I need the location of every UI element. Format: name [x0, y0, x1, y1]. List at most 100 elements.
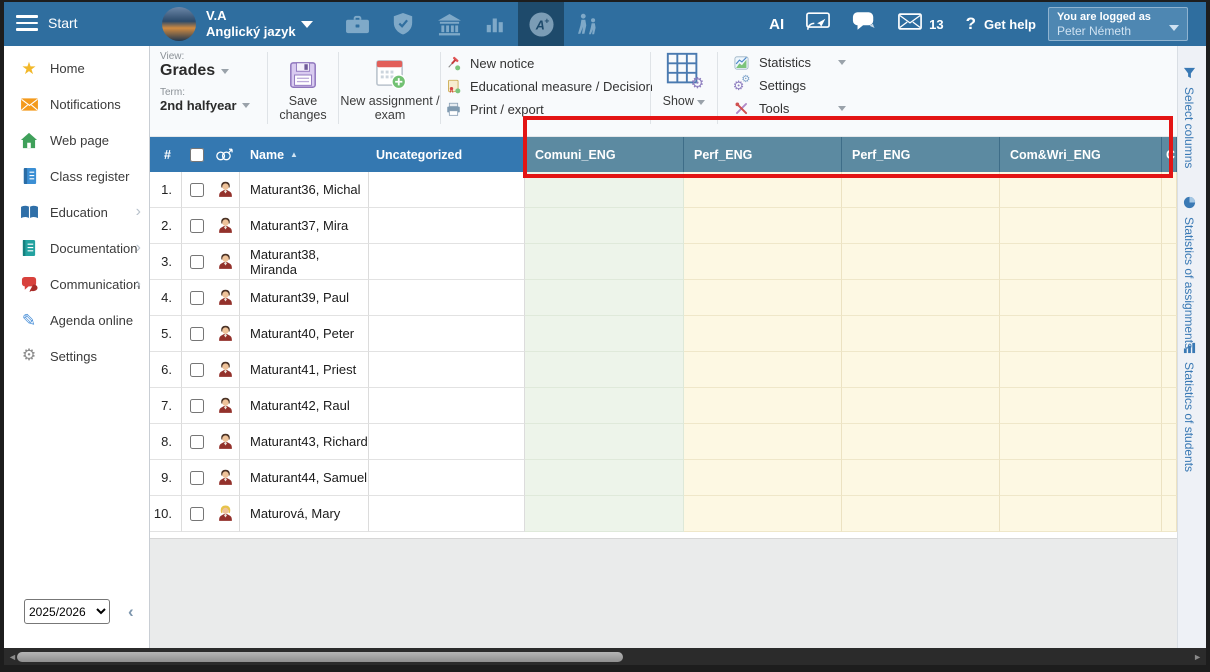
grade-cell-partial[interactable] [1162, 172, 1177, 208]
grade-cell[interactable] [842, 496, 1000, 532]
grade-cell[interactable] [842, 244, 1000, 280]
row-checkbox[interactable] [190, 327, 204, 341]
gender-icon[interactable] [214, 147, 233, 162]
grade-column-header[interactable]: Perf_ENG [684, 137, 842, 172]
grade-cell[interactable] [842, 316, 1000, 352]
cast-icon[interactable] [806, 12, 830, 36]
view-dropdown[interactable]: Grades [160, 62, 250, 80]
hamburger-menu-icon[interactable] [16, 15, 38, 33]
student-name[interactable]: Maturant43, Richard [240, 424, 369, 460]
grade-cell-partial[interactable] [1162, 388, 1177, 424]
grade-cell[interactable] [684, 316, 842, 352]
grade-cell[interactable] [1000, 460, 1162, 496]
grade-cell[interactable] [684, 352, 842, 388]
grade-column-header[interactable]: Com&Wri_ENG [1000, 137, 1162, 172]
row-checkbox[interactable] [190, 255, 204, 269]
class-dropdown-caret-icon[interactable] [301, 21, 313, 28]
grade-cell[interactable] [525, 244, 684, 280]
student-name[interactable]: Maturant44, Samuel [240, 460, 369, 496]
start-menu[interactable]: Start [48, 15, 78, 31]
scrollbar-thumb[interactable] [17, 652, 623, 662]
scroll-right-arrow-icon[interactable]: ► [1193, 652, 1202, 662]
grade-cell[interactable] [684, 388, 842, 424]
uncategorized-cell[interactable] [369, 280, 525, 316]
shield-check-icon[interactable] [380, 2, 426, 46]
grade-cell[interactable] [684, 244, 842, 280]
grade-cell[interactable] [1000, 208, 1162, 244]
student-name[interactable]: Maturant36, Michal [240, 172, 369, 208]
grade-cell[interactable] [525, 352, 684, 388]
uncategorized-cell[interactable] [369, 496, 525, 532]
grade-column-header[interactable]: Perf_ENG [842, 137, 1000, 172]
student-name[interactable]: Maturant39, Paul [240, 280, 369, 316]
ai-button[interactable]: AI [769, 16, 784, 33]
grade-cell[interactable] [1000, 352, 1162, 388]
grade-cell[interactable] [1000, 172, 1162, 208]
toolbar-item-statistics[interactable]: Statistics [733, 51, 1023, 74]
right-panel-select-columns[interactable]: Select columns [1182, 66, 1196, 168]
grade-cell[interactable] [525, 208, 684, 244]
grade-cell[interactable] [1000, 316, 1162, 352]
uncategorized-cell[interactable] [369, 424, 525, 460]
sidebar-collapse-button[interactable]: ‹ [128, 602, 134, 622]
uncategorized-cell[interactable] [369, 388, 525, 424]
grade-cell[interactable] [842, 388, 1000, 424]
student-name[interactable]: Maturant42, Raul [240, 388, 369, 424]
scroll-left-arrow-icon[interactable]: ◄ [8, 652, 17, 662]
sidebar-item-settings[interactable]: ⚙ Settings [4, 338, 149, 374]
save-changes-button[interactable]: Save changes [273, 50, 333, 122]
grade-cell-partial[interactable] [1162, 316, 1177, 352]
name-column-header[interactable]: Name▲ [240, 137, 369, 172]
grade-cell-partial[interactable] [1162, 208, 1177, 244]
toolbar-item-new-notice[interactable]: New notice [445, 52, 653, 75]
toolbar-item-tools[interactable]: Tools [733, 97, 1023, 120]
bank-icon[interactable] [426, 2, 472, 46]
grade-cell[interactable] [842, 352, 1000, 388]
toolbar-item-settings[interactable]: ⚙⚙Settings [733, 74, 1023, 97]
uncategorized-cell[interactable] [369, 460, 525, 496]
sidebar-item-home[interactable]: ★ Home [4, 50, 149, 86]
grade-cell[interactable] [684, 172, 842, 208]
grade-cell-partial[interactable] [1162, 280, 1177, 316]
student-name[interactable]: Maturová, Mary [240, 496, 369, 532]
row-checkbox[interactable] [190, 471, 204, 485]
grade-cell[interactable] [684, 280, 842, 316]
grade-cell[interactable] [525, 316, 684, 352]
grade-cell[interactable] [525, 424, 684, 460]
right-panel-statistics-of-assignments[interactable]: Statistics of assignments [1182, 196, 1196, 349]
row-checkbox[interactable] [190, 219, 204, 233]
grade-cell[interactable] [525, 496, 684, 532]
grade-cell[interactable] [1000, 496, 1162, 532]
grade-cell[interactable] [1000, 388, 1162, 424]
sidebar-item-communication[interactable]: Communication › [4, 266, 149, 302]
row-checkbox[interactable] [190, 183, 204, 197]
grade-cell[interactable] [525, 172, 684, 208]
grade-cell[interactable] [525, 280, 684, 316]
class-selector[interactable]: V.A Anglický jazyk [206, 8, 296, 40]
row-checkbox[interactable] [190, 507, 204, 521]
uncategorized-cell[interactable] [369, 316, 525, 352]
sidebar-item-class-register[interactable]: Class register [4, 158, 149, 194]
term-dropdown[interactable]: 2nd halfyear [160, 98, 250, 113]
briefcase-icon[interactable] [334, 2, 380, 46]
index-column-header[interactable]: # [150, 137, 182, 172]
grade-a-plus-icon[interactable]: A+ [518, 2, 564, 46]
row-checkbox[interactable] [190, 435, 204, 449]
grade-cell[interactable] [842, 172, 1000, 208]
uncategorized-cell[interactable] [369, 352, 525, 388]
grade-cell[interactable] [684, 496, 842, 532]
grade-cell[interactable] [1000, 244, 1162, 280]
grade-cell[interactable] [842, 424, 1000, 460]
grade-column-header-partial[interactable]: C [1162, 137, 1177, 172]
grade-cell-partial[interactable] [1162, 244, 1177, 280]
show-button[interactable]: ⚙ Show [655, 50, 713, 108]
grade-cell[interactable] [1000, 424, 1162, 460]
student-name[interactable]: Maturant41, Priest [240, 352, 369, 388]
grade-cell[interactable] [684, 424, 842, 460]
student-name[interactable]: Maturant40, Peter [240, 316, 369, 352]
grade-cell-partial[interactable] [1162, 460, 1177, 496]
sidebar-item-notifications[interactable]: Notifications [4, 86, 149, 122]
grade-cell[interactable] [842, 460, 1000, 496]
toolbar-item-educational-measure-decision[interactable]: Educational measure / Decision [445, 75, 653, 98]
horizontal-scrollbar[interactable]: ◄ ► [4, 648, 1206, 665]
